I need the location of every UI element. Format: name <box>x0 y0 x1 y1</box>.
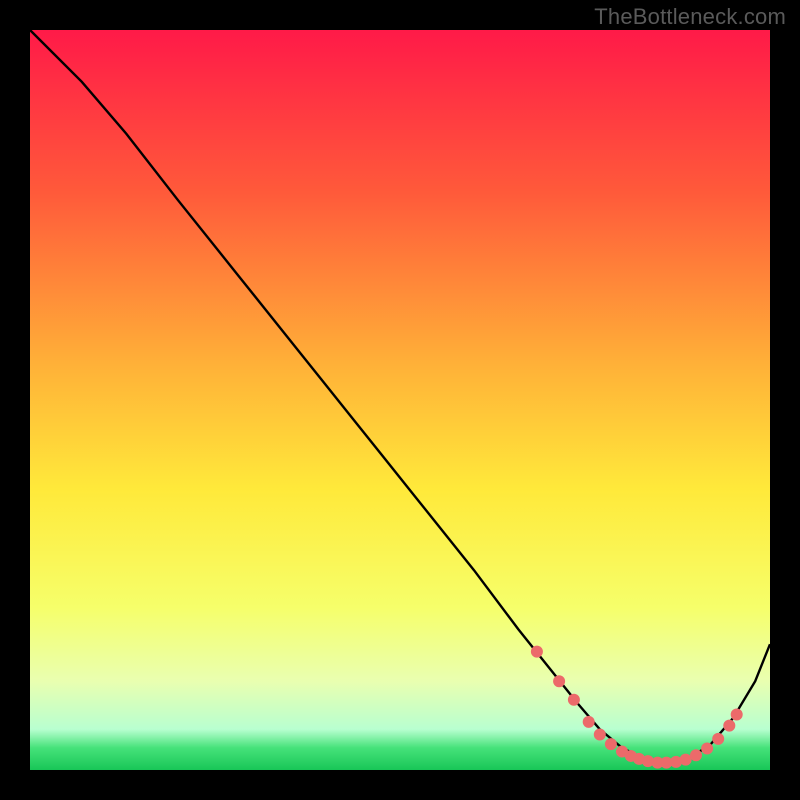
marker-dot <box>701 743 713 755</box>
watermark-text: TheBottleneck.com <box>594 4 786 30</box>
chart-frame: TheBottleneck.com <box>0 0 800 800</box>
marker-dot <box>680 754 692 766</box>
marker-dot <box>723 720 735 732</box>
marker-dot <box>583 716 595 728</box>
chart-svg <box>30 30 770 770</box>
gradient-bg <box>30 30 770 770</box>
marker-dot <box>531 646 543 658</box>
marker-dot <box>605 738 617 750</box>
marker-dot <box>712 733 724 745</box>
marker-dot <box>553 675 565 687</box>
marker-dot <box>568 694 580 706</box>
marker-dot <box>690 749 702 761</box>
marker-dot <box>594 728 606 740</box>
plot-area <box>30 30 770 770</box>
marker-dot <box>731 709 743 721</box>
